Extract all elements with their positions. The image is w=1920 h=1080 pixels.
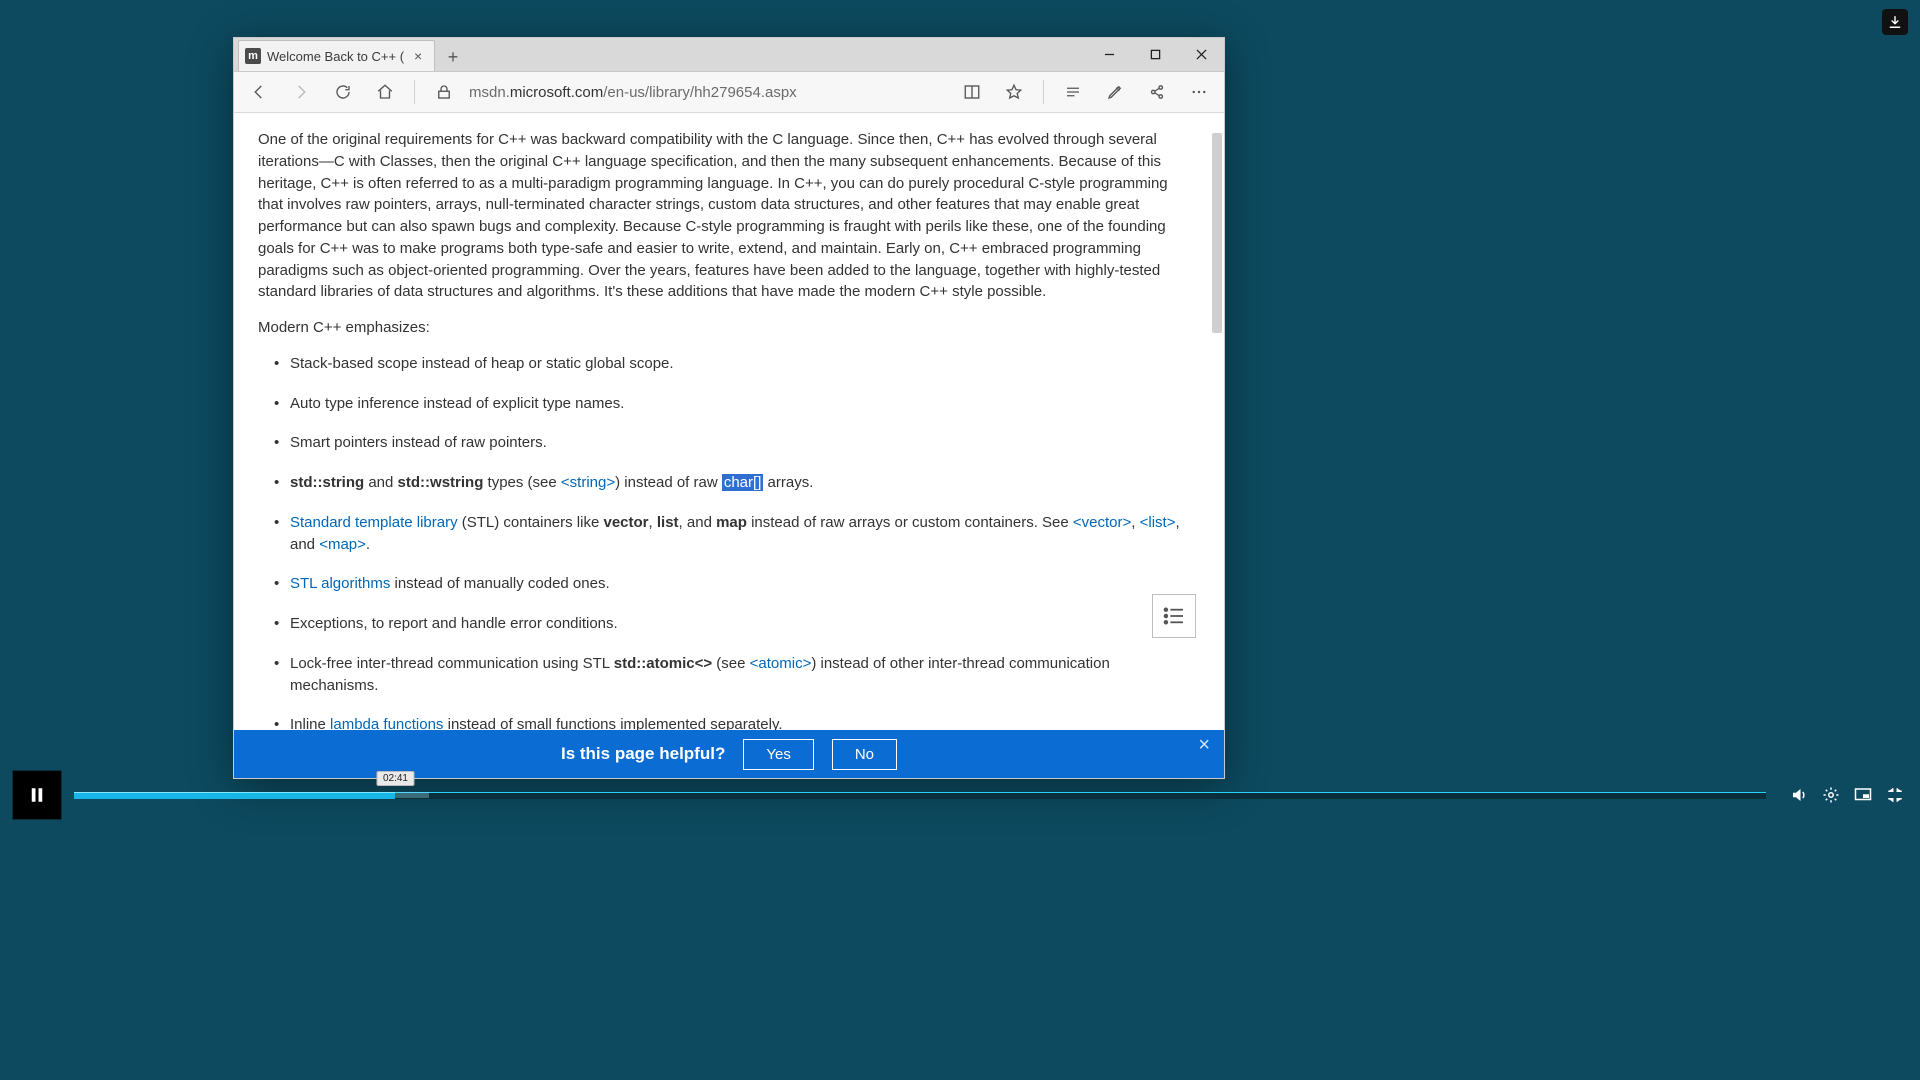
pause-button[interactable] [12,770,62,820]
minimize-button[interactable] [1086,38,1132,71]
browser-window: m Welcome Back to C++ ( × + msdn.micro [233,37,1225,779]
tab-title: Welcome Back to C++ ( [267,49,404,64]
notes-icon[interactable] [1098,75,1132,109]
refresh-button[interactable] [326,75,360,109]
tab-close-icon[interactable]: × [410,48,426,64]
list-item: Smart pointers instead of raw pointers. [268,432,1196,454]
feedback-no-button[interactable]: No [832,739,897,770]
progress-bar [74,792,395,799]
close-button[interactable] [1178,38,1224,71]
favorite-icon[interactable] [997,75,1031,109]
pip-button[interactable] [1850,782,1876,808]
code-text: std::wstring [398,474,484,491]
intro-paragraph: One of the original requirements for C++… [258,129,1196,303]
forward-button[interactable] [284,75,318,109]
navbar: msdn.microsoft.com/en-us/library/hh27965… [234,72,1224,113]
video-player-bar: 02:41 [12,780,1908,810]
share-icon[interactable] [1140,75,1174,109]
link-map[interactable]: <map> [319,536,366,553]
fullscreen-exit-button[interactable] [1882,782,1908,808]
new-tab-button[interactable]: + [439,43,467,71]
window-controls [1086,38,1224,71]
list-item: Lock-free inter-thread communication usi… [268,653,1196,697]
hub-icon[interactable] [1056,75,1090,109]
seek-track[interactable]: 02:41 [74,792,1766,799]
maximize-button[interactable] [1132,38,1178,71]
player-right-controls [1786,782,1908,808]
lock-icon[interactable] [427,75,461,109]
feedback-question: Is this page helpful? [561,744,725,764]
bullet-list: Stack-based scope instead of heap or sta… [268,353,1196,778]
url-prefix: msdn. [469,84,510,101]
feedback-close-icon[interactable]: × [1198,734,1210,757]
list-item: STL algorithms instead of manually coded… [268,573,1196,595]
download-badge[interactable] [1882,9,1908,35]
link-atomic[interactable]: <atomic> [750,655,812,672]
list-item: Exceptions, to report and handle error c… [268,613,1196,635]
link-list[interactable]: <list> [1140,514,1176,531]
more-icon[interactable] [1182,75,1216,109]
feedback-yes-button[interactable]: Yes [743,739,813,770]
back-button[interactable] [242,75,276,109]
page-content: One of the original requirements for C++… [234,113,1224,778]
list-item: Stack-based scope instead of heap or sta… [268,353,1196,375]
list-item: Auto type inference instead of explicit … [268,393,1196,415]
settings-button[interactable] [1818,782,1844,808]
link-stl[interactable]: Standard template library [290,514,458,531]
home-button[interactable] [368,75,402,109]
address-bar[interactable]: msdn.microsoft.com/en-us/library/hh27965… [469,84,947,101]
emphasis-heading: Modern C++ emphasizes: [258,317,1196,339]
favicon: m [245,48,261,64]
article-body[interactable]: One of the original requirements for C++… [234,113,1224,778]
time-tooltip: 02:41 [377,771,414,786]
reading-view-icon[interactable] [955,75,989,109]
url-path: /en-us/library/hh279654.aspx [603,84,796,101]
volume-button[interactable] [1786,782,1812,808]
toc-button[interactable] [1152,594,1196,638]
code-text: std::string [290,474,364,491]
link-stl-algorithms[interactable]: STL algorithms [290,575,390,592]
list-item: std::string and std::wstring types (see … [268,472,1196,494]
link-vector[interactable]: <vector> [1073,514,1131,531]
titlebar: m Welcome Back to C++ ( × + [234,38,1224,72]
link-string[interactable]: <string> [561,474,615,491]
tab-active[interactable]: m Welcome Back to C++ ( × [238,40,435,71]
list-item: Standard template library (STL) containe… [268,512,1196,556]
separator [1043,80,1044,104]
separator [414,80,415,104]
url-host: microsoft.com [510,84,603,101]
highlighted-text[interactable]: char[] [722,474,764,491]
